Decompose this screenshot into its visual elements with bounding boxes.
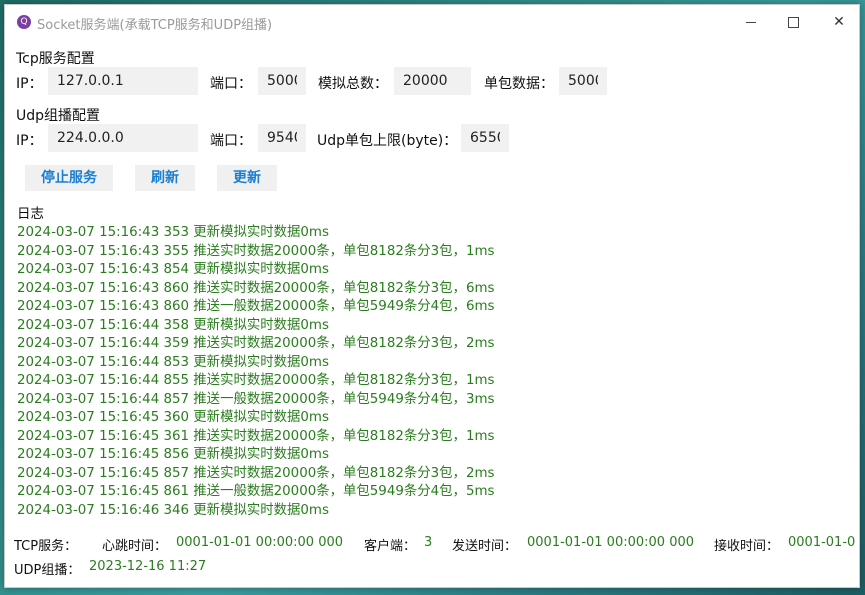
send-time-label: 发送时间： bbox=[452, 539, 518, 554]
log-title: 日志 bbox=[17, 206, 44, 222]
tcp-ip-input[interactable] bbox=[48, 67, 198, 95]
tcp-ip-label: IP： bbox=[16, 76, 43, 92]
heartbeat-value: 0001-01-01 00:00:00 000 bbox=[176, 535, 344, 550]
log-line: 2024-03-07 15:16:46 346 更新模拟实时数据0ms bbox=[17, 502, 329, 518]
heartbeat-label: 心跳时间： bbox=[102, 539, 168, 554]
udp-port-input[interactable] bbox=[258, 124, 306, 152]
tcp-packet-label: 单包数据： bbox=[484, 76, 554, 92]
tcp-total-label: 模拟总数： bbox=[318, 76, 388, 92]
app-window: Q Socket服务端(承载TCP服务和UDP组播) ✕ Tcp服务配置 IP：… bbox=[4, 4, 860, 588]
update-button[interactable]: 更新 bbox=[217, 165, 277, 191]
log-line: 2024-03-07 15:16:45 856 更新模拟实时数据0ms bbox=[17, 447, 329, 462]
refresh-button[interactable]: 刷新 bbox=[135, 165, 195, 191]
log-line: 2024-03-07 15:16:45 857 推送实时数据20000条，单包8… bbox=[17, 465, 495, 481]
recv-time-label: 接收时间： bbox=[714, 539, 780, 554]
udp-status-label: UDP组播： bbox=[14, 563, 81, 578]
send-time-value: 0001-01-01 00:00:00 000 bbox=[527, 535, 695, 550]
log-panel[interactable]: 2024-03-07 15:16:43 353 更新模拟实时数据0ms 2024… bbox=[17, 224, 847, 524]
log-line: 2024-03-07 15:16:44 853 更新模拟实时数据0ms bbox=[17, 354, 329, 370]
stop-service-button[interactable]: 停止服务 bbox=[25, 165, 113, 191]
maximize-button[interactable] bbox=[773, 9, 813, 35]
udp-limit-input[interactable] bbox=[461, 124, 509, 152]
window-title: Socket服务端(承载TCP服务和UDP组播) bbox=[37, 18, 273, 33]
recv-time-value: 0001-01-0 bbox=[788, 535, 856, 550]
log-line: 2024-03-07 15:16:45 361 推送实时数据20000条，单包8… bbox=[17, 428, 495, 444]
close-button[interactable]: ✕ bbox=[819, 9, 859, 35]
log-line: 2024-03-07 15:16:43 860 推送一般数据20000条，单包5… bbox=[17, 299, 495, 314]
log-line: 2024-03-07 15:16:44 855 推送实时数据20000条，单包8… bbox=[17, 373, 495, 388]
log-line: 2024-03-07 15:16:43 854 更新模拟实时数据0ms bbox=[17, 262, 329, 277]
tcp-section-title: Tcp服务配置 bbox=[16, 51, 95, 67]
udp-ip-input[interactable] bbox=[48, 124, 198, 152]
udp-ip-label: IP： bbox=[16, 133, 43, 149]
title-bar[interactable]: Q Socket服务端(承载TCP服务和UDP组播) ✕ bbox=[5, 5, 859, 39]
log-line: 2024-03-07 15:16:44 358 更新模拟实时数据0ms bbox=[17, 317, 329, 333]
clients-label: 客户端： bbox=[364, 539, 417, 554]
log-line: 2024-03-07 15:16:43 860 推送实时数据20000条，单包8… bbox=[17, 280, 495, 296]
udp-limit-label: Udp单包上限(byte)： bbox=[317, 133, 458, 149]
log-line: 2024-03-07 15:16:45 861 推送一般数据20000条，单包5… bbox=[17, 484, 495, 499]
tcp-port-label: 端口： bbox=[210, 76, 252, 92]
log-line: 2024-03-07 15:16:43 353 更新模拟实时数据0ms bbox=[17, 225, 329, 240]
tcp-packet-input[interactable] bbox=[559, 67, 607, 95]
log-line: 2024-03-07 15:16:44 857 推送一般数据20000条，单包5… bbox=[17, 391, 495, 407]
log-line: 2024-03-07 15:16:43 355 推送实时数据20000条，单包8… bbox=[17, 243, 495, 259]
udp-status-value: 2023-12-16 11:27 bbox=[89, 559, 207, 574]
minimize-button[interactable] bbox=[731, 9, 771, 35]
clients-value: 3 bbox=[424, 535, 433, 550]
udp-port-label: 端口： bbox=[210, 133, 252, 149]
log-line: 2024-03-07 15:16:44 359 推送实时数据20000条，单包8… bbox=[17, 336, 495, 351]
log-line: 2024-03-07 15:16:45 360 更新模拟实时数据0ms bbox=[17, 410, 329, 425]
app-icon: Q bbox=[17, 15, 31, 29]
udp-section-title: Udp组播配置 bbox=[16, 108, 101, 124]
tcp-port-input[interactable] bbox=[258, 67, 306, 95]
tcp-status-label: TCP服务： bbox=[14, 539, 78, 554]
tcp-total-input[interactable] bbox=[394, 67, 471, 95]
